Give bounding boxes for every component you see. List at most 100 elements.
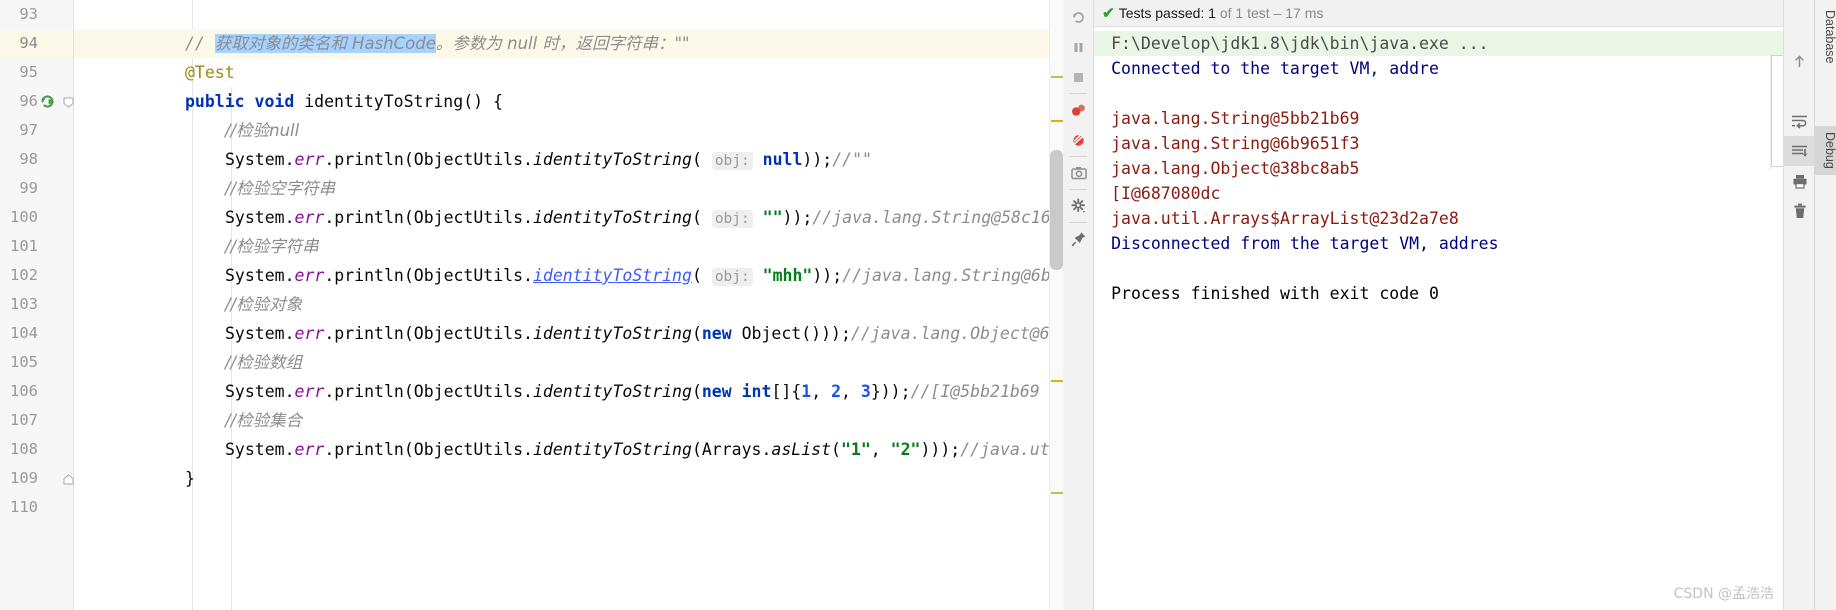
rerun-icon[interactable] [1063,2,1094,32]
pause-icon[interactable] [1063,32,1094,62]
gutter-line[interactable]: 94 [0,29,73,58]
console-scrollbar-thumb[interactable] [1771,55,1783,167]
stripe-marker[interactable] [1051,76,1064,78]
editor-gutter[interactable]: 93 94 95 96 97 98 99 100 101 102 103 104… [0,0,74,610]
trailing-comment: //"" [832,150,872,169]
code-line[interactable]: System.err.println(ObjectUtils.identityT… [74,203,1063,232]
err-field: err [294,150,325,169]
line-number: 107 [10,411,38,429]
run-test-icon[interactable] [39,93,56,110]
code-line[interactable]: //检验对象 [74,290,1063,319]
println-token: .println(ObjectUtils. [324,324,533,343]
method-signature-tail: () { [463,92,503,111]
code-line[interactable]: //检验空字符串 [74,174,1063,203]
gutter-line[interactable]: 106 [0,377,73,406]
gutter-line[interactable]: 93 [0,0,73,29]
run-tool-window: ✔ Tests passed: 1 of 1 test – 17 ms F:\De… [1063,0,1815,610]
code-line[interactable]: System.err.println(ObjectUtils.identityT… [74,261,1063,290]
stop-icon[interactable] [1063,62,1094,92]
gutter-line[interactable]: 100 [0,203,73,232]
code-text-area[interactable]: // 获取对象的类名和 HashCode。参数为 null 时，返回字符串：""… [74,0,1064,610]
gutter-line[interactable]: 99 [0,174,73,203]
mute-breakpoints-icon[interactable] [1063,125,1094,155]
gutter-line[interactable]: 95 [0,58,73,87]
code-line[interactable]: } [74,464,1063,493]
trash-icon[interactable] [1784,196,1815,226]
print-icon[interactable] [1784,166,1815,196]
line-number: 106 [10,382,38,400]
code-line[interactable]: System.err.println(ObjectUtils.identityT… [74,145,1063,174]
gutter-line[interactable]: 105 [0,348,73,377]
run-console-body: ✔ Tests passed: 1 of 1 test – 17 ms F:\De… [1094,0,1783,610]
gutter-line[interactable]: 104 [0,319,73,348]
scroll-to-end-icon[interactable] [1784,136,1815,166]
code-line[interactable] [74,493,1063,522]
code-line[interactable]: public void identityToString() { [74,87,1063,116]
code-line[interactable]: @Test [74,58,1063,87]
right-tool-tabs[interactable]: Database Debug [1814,0,1836,610]
gutter-line[interactable]: 107 [0,406,73,435]
system-token: System. [225,150,295,169]
toggle-breakpoints-icon[interactable] [1063,95,1094,125]
console-line: java.lang.String@5bb21b69 [1111,109,1360,128]
println-token: .println(ObjectUtils. [324,208,533,227]
gutter-line[interactable]: 110 [0,493,73,522]
code-line[interactable] [74,0,1063,29]
gutter-line[interactable]: 98 [0,145,73,174]
test-status-detail: of 1 test – 17 ms [1215,5,1324,21]
console-scrollbar[interactable] [1770,55,1783,170]
settings-icon[interactable] [1063,191,1094,221]
pin-icon[interactable] [1063,224,1094,254]
code-line[interactable]: System.err.println(ObjectUtils.identityT… [74,435,1063,464]
println-token: .println(ObjectUtils. [324,440,533,459]
stripe-marker[interactable] [1051,120,1064,122]
run-toolbar[interactable] [1063,0,1095,610]
scroll-up-icon[interactable] [1784,46,1815,76]
gutter-line[interactable]: 96 [0,87,74,116]
code-fold-end-icon[interactable] [63,474,74,485]
call-tail: )); [812,266,843,285]
check-icon: ✔ [1102,5,1115,22]
comment-text: //检验null [225,121,300,140]
editor-error-stripe[interactable] [1049,0,1064,610]
code-fold-icon[interactable] [63,97,74,108]
code-line[interactable]: System.err.println(ObjectUtils.identityT… [74,319,1063,348]
identity-to-string-call: identityToString [532,440,692,459]
console-side-toolbar[interactable] [1783,0,1815,610]
gutter-line[interactable]: 101 [0,232,73,261]
int-literal: 2 [831,382,841,401]
code-line[interactable]: //检验集合 [74,406,1063,435]
gutter-line[interactable]: 97 [0,116,73,145]
soft-wrap-icon[interactable] [1784,106,1815,136]
gutter-line[interactable]: 102 [0,261,73,290]
keyword-new: new [701,324,732,343]
gutter-line[interactable]: 109 [0,464,74,493]
screenshot-icon[interactable] [1063,158,1094,188]
line-number: 97 [19,121,38,139]
tool-tab-database[interactable]: Database [1815,4,1836,70]
identity-to-string-link[interactable]: identityToString [533,266,692,285]
system-token: System. [225,266,295,285]
system-token: System. [225,208,295,227]
code-line[interactable]: //检验null [74,116,1063,145]
stripe-marker[interactable] [1051,492,1064,494]
println-token: .println(ObjectUtils. [324,382,533,401]
code-line[interactable]: // 获取对象的类名和 HashCode。参数为 null 时，返回字符串："" [74,29,1064,58]
gutter-line[interactable]: 103 [0,290,73,319]
stripe-marker[interactable] [1051,380,1064,382]
ide-window: 93 94 95 96 97 98 99 100 101 102 103 104… [0,0,1836,610]
code-editor-pane[interactable]: 93 94 95 96 97 98 99 100 101 102 103 104… [0,0,1064,610]
toolbar-divider [1069,189,1088,190]
identity-to-string-call: identityToString [532,324,692,343]
code-line[interactable]: //检验字符串 [74,232,1063,261]
editor-scrollbar-thumb[interactable] [1050,150,1064,270]
code-line[interactable]: System.err.println(ObjectUtils.identityT… [74,377,1063,406]
code-line[interactable]: //检验数组 [74,348,1063,377]
console-output[interactable]: F:\Develop\jdk1.8\jdk\bin\java.exe ... C… [1094,27,1783,610]
line-number: 96 [19,92,38,110]
gutter-line[interactable]: 108 [0,435,73,464]
trailing-comment: //java.util.Arr [960,440,1063,459]
tool-tab-debug[interactable]: Debug [1815,126,1836,175]
line-number: 109 [10,469,38,487]
